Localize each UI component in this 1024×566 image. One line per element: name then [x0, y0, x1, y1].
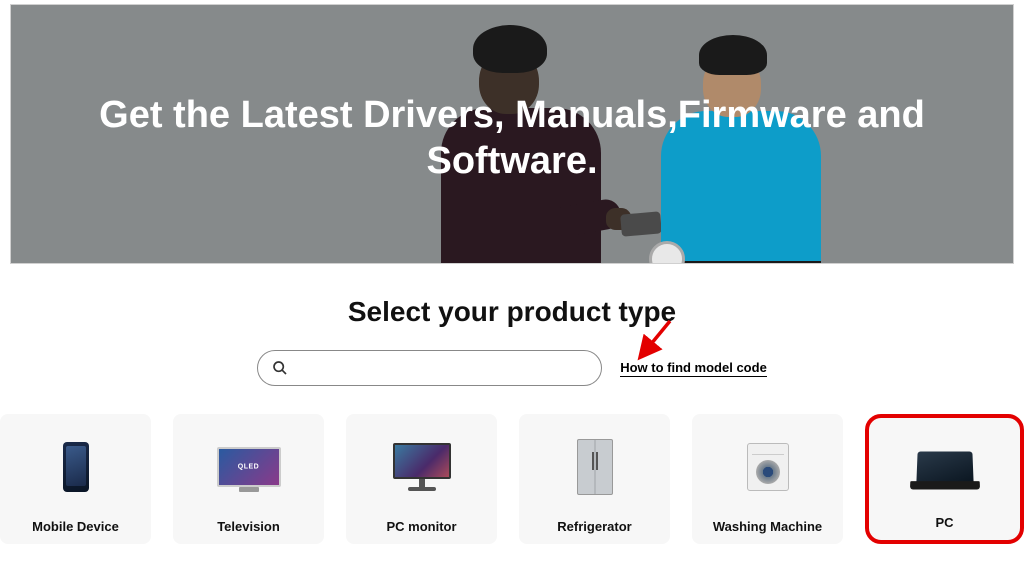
television-icon: QLED: [173, 414, 324, 519]
product-card-television[interactable]: QLED Television: [173, 414, 324, 544]
pc-monitor-icon: [346, 414, 497, 519]
product-card-washing-machine[interactable]: Washing Machine: [692, 414, 843, 544]
product-card-pc-monitor[interactable]: PC monitor: [346, 414, 497, 544]
product-label: Washing Machine: [713, 519, 822, 534]
section-title: Select your product type: [0, 296, 1024, 328]
search-input[interactable]: [298, 360, 587, 376]
hero-title: Get the Latest Drivers, Manuals,Firmware…: [11, 93, 1013, 184]
refrigerator-icon: [519, 414, 670, 519]
product-label: PC: [935, 515, 953, 530]
product-label: Television: [217, 519, 280, 534]
product-label: Refrigerator: [557, 519, 631, 534]
product-card-refrigerator[interactable]: Refrigerator: [519, 414, 670, 544]
mobile-device-icon: [0, 414, 151, 519]
laptop-icon: [869, 418, 1020, 515]
product-grid: Mobile Device QLED Television PC monitor…: [0, 414, 1024, 554]
search-icon: [272, 360, 288, 376]
product-card-pc[interactable]: PC: [865, 414, 1024, 544]
find-model-code-link[interactable]: How to find model code: [620, 360, 767, 377]
hero-banner: Get the Latest Drivers, Manuals,Firmware…: [10, 4, 1014, 264]
product-label: Mobile Device: [32, 519, 119, 534]
product-label: PC monitor: [386, 519, 456, 534]
product-card-mobile-device[interactable]: Mobile Device: [0, 414, 151, 544]
phone-icon: [620, 211, 662, 236]
search-box[interactable]: [257, 350, 602, 386]
washing-machine-icon: [692, 414, 843, 519]
search-row: How to find model code: [0, 350, 1024, 386]
